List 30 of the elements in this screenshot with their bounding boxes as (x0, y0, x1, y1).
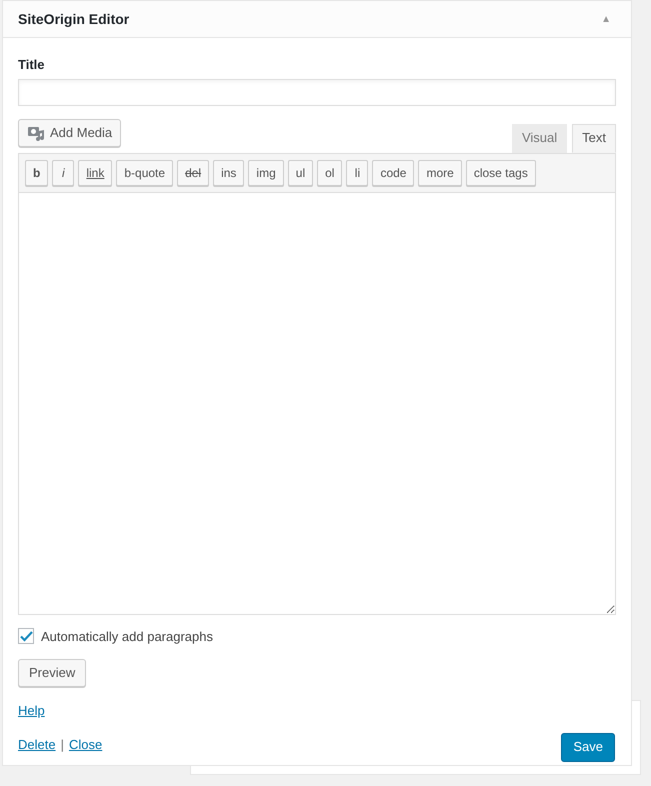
quicktag-button[interactable]: ol (317, 160, 342, 186)
quicktag-button[interactable]: li (346, 160, 368, 186)
delete-link[interactable]: Delete (18, 734, 56, 754)
media-icon (27, 124, 45, 140)
quicktag-button[interactable]: del (177, 160, 210, 186)
quicktag-button[interactable]: b (25, 160, 48, 186)
close-link[interactable]: Close (68, 734, 102, 754)
checkbox[interactable] (18, 628, 34, 644)
quicktag-button[interactable]: ul (288, 160, 314, 186)
quicktag-button[interactable]: link (78, 160, 112, 186)
editor-tab[interactable]: Visual (512, 124, 568, 152)
field-label: Title (18, 56, 46, 74)
text-editor[interactable] (18, 192, 616, 614)
title-field[interactable] (18, 78, 616, 106)
checkbox-label: Automatically add paragraphs (41, 628, 213, 646)
preview-button[interactable]: Preview (18, 659, 86, 687)
help-link[interactable]: Help (18, 701, 45, 720)
quicktag-button[interactable]: img (248, 160, 284, 186)
quicktag-button[interactable]: close tags (466, 160, 536, 186)
save-button[interactable]: Save (561, 732, 615, 762)
quicktag-button[interactable]: more (418, 160, 462, 186)
quicktag-button[interactable]: i (52, 160, 74, 186)
panel-title: SiteOrigin Editor (18, 10, 130, 29)
add-media-button[interactable]: Add Media (18, 118, 122, 146)
quicktag-button[interactable]: code (372, 160, 414, 186)
editor-tab[interactable]: Text (572, 124, 616, 152)
link-separator: | (60, 736, 64, 754)
check-icon (20, 630, 32, 642)
quicktag-button[interactable]: b-quote (116, 160, 174, 186)
quicktag-button[interactable]: ins (213, 160, 244, 186)
